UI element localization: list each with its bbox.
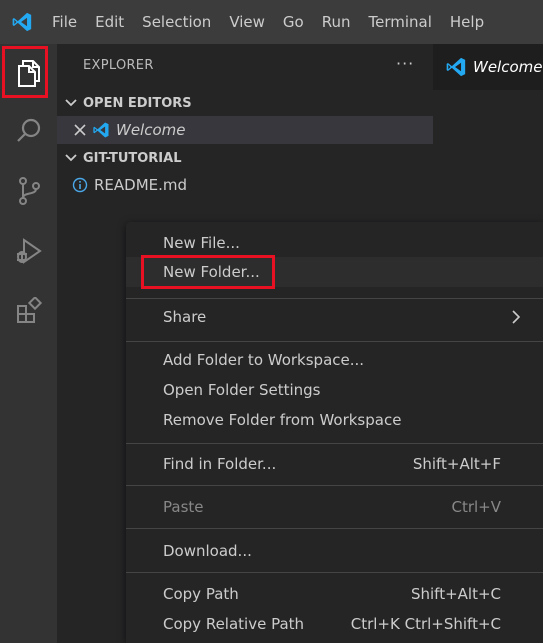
activity-extensions[interactable] xyxy=(0,284,57,342)
editor-tab-bar: Welcome xyxy=(433,44,543,90)
sidebar-title: EXPLORER xyxy=(83,58,154,73)
highlight-box xyxy=(141,255,275,289)
menu-item-new-file[interactable]: New File... xyxy=(126,228,543,258)
menu-item-share[interactable]: Share xyxy=(126,302,543,332)
section-label: GIT-TUTORIAL xyxy=(83,150,182,166)
menu-item-shortcut: Ctrl+V xyxy=(451,498,501,516)
title-bar: File Edit Selection View Go Run Terminal… xyxy=(0,0,543,44)
chevron-down-icon xyxy=(65,99,77,107)
menu-item-shortcut: Shift+Alt+C xyxy=(410,585,501,603)
menu-separator xyxy=(126,485,543,486)
menu-edit[interactable]: Edit xyxy=(86,0,133,44)
tab-label: Welcome xyxy=(473,58,543,76)
file-name: Welcome xyxy=(116,121,186,139)
menu-view[interactable]: View xyxy=(220,0,274,44)
activity-explorer[interactable] xyxy=(0,46,57,104)
folder-section-git-tutorial[interactable]: GIT-TUTORIAL xyxy=(57,145,433,171)
vscode-logo-icon xyxy=(2,0,42,44)
menu-item-label: Find in Folder... xyxy=(163,455,277,473)
chevron-down-icon xyxy=(65,154,77,162)
menu-item-label: Share xyxy=(163,308,207,326)
menu-file[interactable]: File xyxy=(42,0,86,44)
vscode-file-icon xyxy=(445,56,467,78)
menu-item-remove-folder-from-workspace[interactable]: Remove Folder from Workspace xyxy=(126,405,543,435)
menu-item-open-folder-settings[interactable]: Open Folder Settings xyxy=(126,375,543,405)
more-actions-icon[interactable]: ··· xyxy=(396,54,414,73)
menu-selection[interactable]: Selection xyxy=(133,0,220,44)
menu-item-label: New File... xyxy=(163,234,240,252)
menu-help[interactable]: Help xyxy=(441,0,493,44)
menu-item-copy-relative-path[interactable]: Copy Relative Path Ctrl+K Ctrl+Shift+C xyxy=(126,609,543,639)
highlight-box xyxy=(2,46,48,98)
tab-welcome[interactable]: Welcome xyxy=(433,44,543,90)
activity-search[interactable] xyxy=(0,104,57,162)
file-item-readme[interactable]: README.md xyxy=(57,171,433,199)
activity-bar xyxy=(0,44,57,643)
menu-item-paste[interactable]: Paste Ctrl+V xyxy=(126,492,543,522)
extensions-icon xyxy=(15,295,43,329)
menu-separator xyxy=(126,528,543,529)
menu-separator xyxy=(126,341,543,342)
menu-item-label: Add Folder to Workspace... xyxy=(163,351,365,369)
source-control-icon xyxy=(15,176,43,210)
run-debug-icon xyxy=(14,236,44,270)
section-label: OPEN EDITORS xyxy=(83,95,192,111)
menu-item-copy-path[interactable]: Copy Path Shift+Alt+C xyxy=(126,579,543,609)
menu-item-label: Remove Folder from Workspace xyxy=(163,411,402,429)
menu-separator xyxy=(126,572,543,573)
menu-item-download[interactable]: Download... xyxy=(126,536,543,566)
vscode-file-icon xyxy=(92,121,110,139)
open-editors-section[interactable]: OPEN EDITORS xyxy=(57,90,433,116)
menu-separator xyxy=(126,298,543,299)
menu-item-shortcut: Ctrl+K Ctrl+Shift+C xyxy=(350,615,501,633)
menu-item-label: Copy Relative Path xyxy=(163,615,305,633)
chevron-right-icon xyxy=(512,310,521,324)
search-icon xyxy=(15,117,43,149)
menu-item-add-folder-to-workspace[interactable]: Add Folder to Workspace... xyxy=(126,345,543,375)
file-name: README.md xyxy=(94,176,188,194)
editor-content xyxy=(433,90,543,222)
close-icon[interactable] xyxy=(72,124,88,136)
open-editor-item-welcome[interactable]: Welcome xyxy=(57,116,433,144)
menu-item-label: Open Folder Settings xyxy=(163,381,321,399)
menu-item-label: Download... xyxy=(163,542,252,560)
activity-run-debug[interactable] xyxy=(0,224,57,282)
activity-source-control[interactable] xyxy=(0,164,57,222)
info-icon xyxy=(72,177,88,193)
context-menu: New File... New Folder... Share Add Fold… xyxy=(126,222,543,643)
menu-item-find-in-folder[interactable]: Find in Folder... Shift+Alt+F xyxy=(126,449,543,479)
menu-item-shortcut: Shift+Alt+F xyxy=(412,455,501,473)
menu-item-label: Paste xyxy=(163,498,204,516)
menu-terminal[interactable]: Terminal xyxy=(360,0,441,44)
menu-run[interactable]: Run xyxy=(313,0,360,44)
menu-go[interactable]: Go xyxy=(274,0,313,44)
menu-separator xyxy=(126,443,543,444)
menu-item-label: Copy Path xyxy=(163,585,239,603)
